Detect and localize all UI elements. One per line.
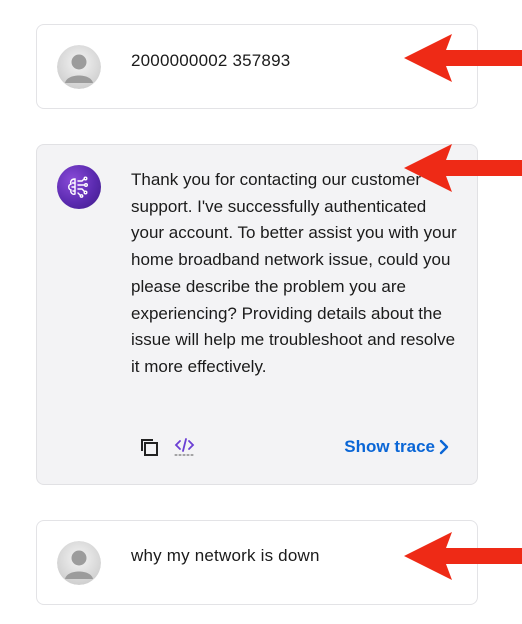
user-avatar-icon <box>57 45 101 89</box>
copy-icon[interactable] <box>137 435 161 459</box>
ai-brain-icon <box>57 165 101 209</box>
annotation-arrow-icon <box>404 144 522 192</box>
user-message-text: 2000000002 357893 <box>131 51 291 70</box>
assistant-message-text: Thank you for contacting our customer su… <box>131 170 457 376</box>
show-trace-label: Show trace <box>344 437 435 456</box>
user-message-text: why my network is down <box>131 546 320 565</box>
annotation-arrow-icon <box>404 532 522 580</box>
user-avatar-icon <box>57 541 101 585</box>
code-icon[interactable] <box>173 435 197 459</box>
chevron-right-icon <box>439 439 449 455</box>
chat-transcript: 2000000002 357893 Thank you for contacti… <box>0 0 522 624</box>
annotation-arrow-icon <box>404 34 522 82</box>
show-trace-link[interactable]: Show trace <box>344 437 449 457</box>
message-actions <box>137 435 197 459</box>
